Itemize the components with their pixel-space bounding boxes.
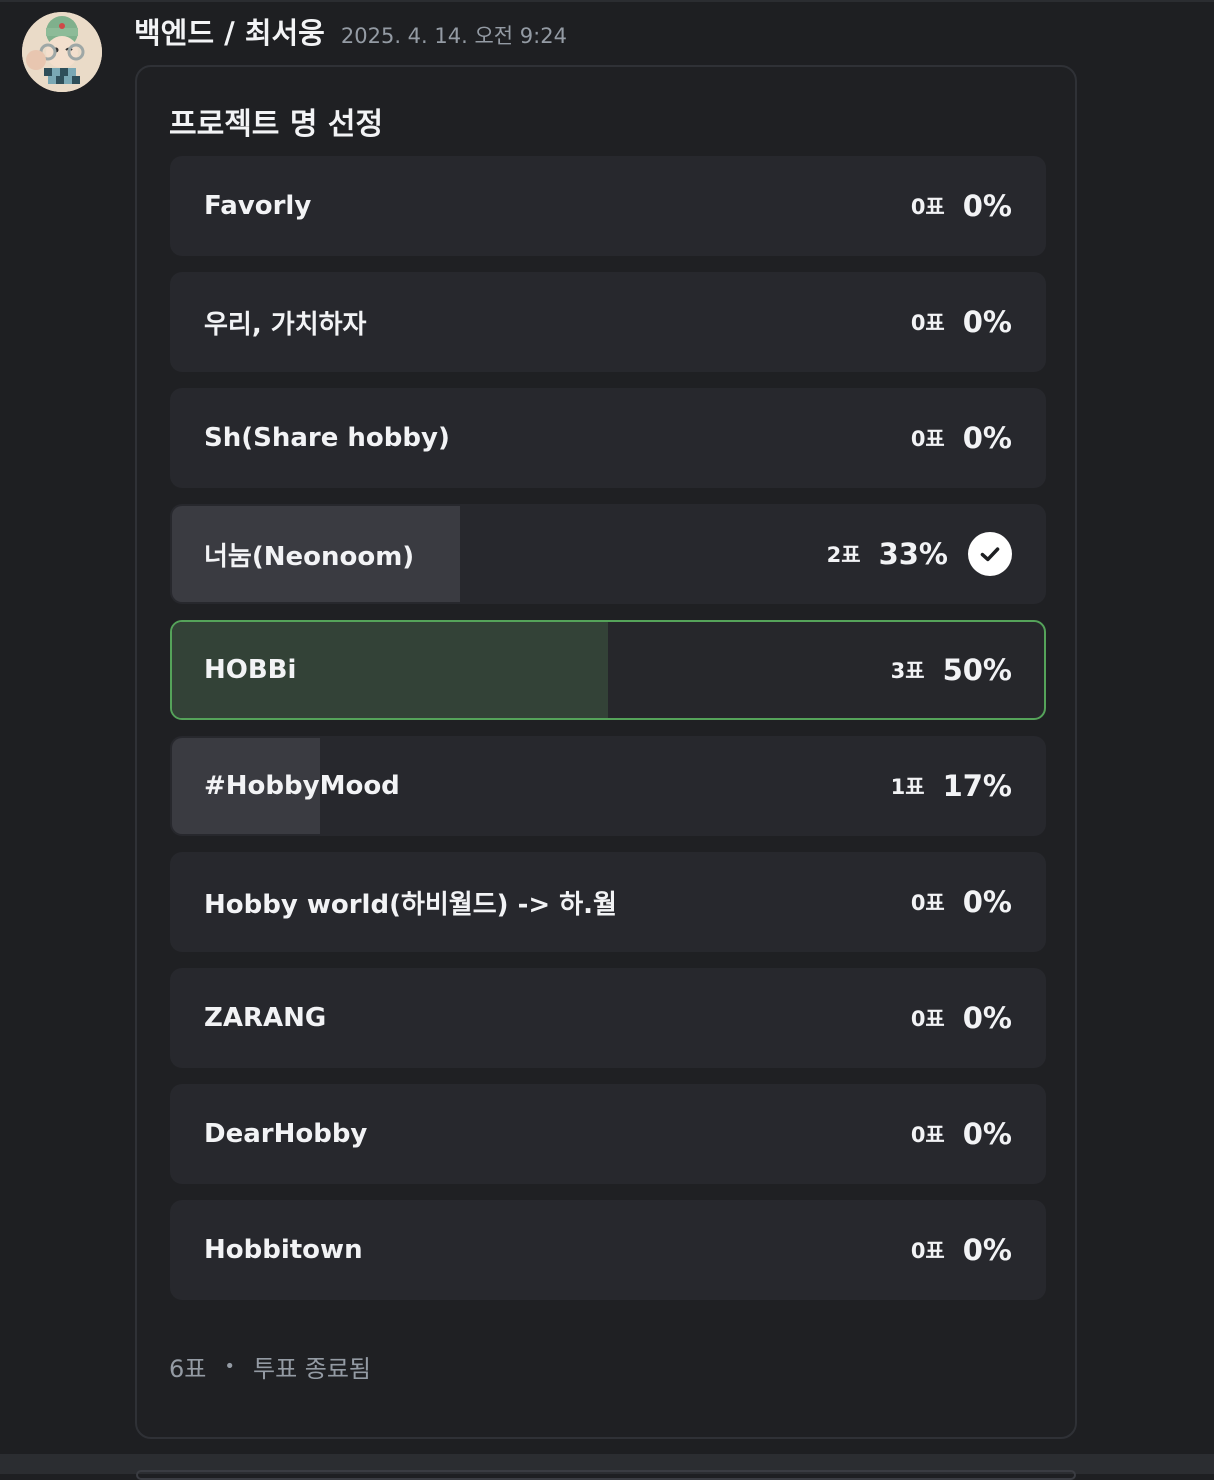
answer-label: DearHobby <box>204 1119 368 1149</box>
answer-percent: 0% <box>962 1233 1012 1267</box>
answer-percent: 33% <box>878 537 948 571</box>
answer-percent: 0% <box>962 885 1012 919</box>
answer-percent: 0% <box>962 189 1012 223</box>
answer-votes: 0표 <box>910 1239 945 1263</box>
poll-answers: Favorly 0표 0% 우리, 가치하자 0표 0% Sh(Share hobby) 0표… <box>170 156 1046 1316</box>
poll-answer[interactable]: ZARANG 0표 0% <box>170 968 1046 1068</box>
message-header: 백엔드 / 최서웅 2025. 4. 14. 오전 9:24 <box>134 10 567 50</box>
answer-votes: 2표 <box>826 543 861 567</box>
total-votes: 6표 <box>169 1355 207 1383</box>
poll-answer[interactable]: Favorly 0표 0% <box>170 156 1046 256</box>
answer-label: Hobby world(하비월드) -> 하.월 <box>204 889 617 920</box>
timestamp: 2025. 4. 14. 오전 9:24 <box>340 24 567 48</box>
poll-question: 프로젝트 명 선정 <box>169 107 384 142</box>
answer-label: Hobbitown <box>204 1235 363 1265</box>
poll-answer[interactable]: Hobby world(하비월드) -> 하.월 0표 0% <box>170 852 1046 952</box>
answer-stats: 0표 0% <box>911 970 1012 1066</box>
answer-votes: 1표 <box>890 775 925 799</box>
checkmark-circle-icon <box>968 532 1012 576</box>
footer-separator: • <box>224 1356 235 1377</box>
answer-votes: 3표 <box>890 659 925 683</box>
answer-label: Favorly <box>204 191 312 221</box>
avatar[interactable] <box>22 12 102 92</box>
avatar-illustration <box>22 12 102 92</box>
answer-stats: 3표 50% <box>891 622 1012 718</box>
answer-label: ZARANG <box>204 1003 327 1033</box>
poll-answer[interactable]: Hobbitown 0표 0% <box>170 1200 1046 1300</box>
answer-percent: 0% <box>962 305 1012 339</box>
answer-label: 너눔(Neonoom) <box>204 541 415 572</box>
answer-percent: 0% <box>962 421 1012 455</box>
poll-footer: 6표 • 투표 종료됨 <box>169 1349 371 1384</box>
answer-votes: 0표 <box>910 195 945 219</box>
poll-answer[interactable]: HOBBi 3표 50% <box>170 620 1046 720</box>
poll-answer[interactable]: 너눔(Neonoom) 2표 33% <box>170 504 1046 604</box>
poll-answer[interactable]: #HobbyMood 1표 17% <box>170 736 1046 836</box>
answer-label: 우리, 가치하자 <box>204 309 367 340</box>
answer-votes: 0표 <box>910 1123 945 1147</box>
answer-percent: 0% <box>962 1001 1012 1035</box>
poll-answer[interactable]: DearHobby 0표 0% <box>170 1084 1046 1184</box>
answer-label: HOBBi <box>204 655 297 685</box>
answer-stats: 0표 0% <box>911 1086 1012 1182</box>
answer-label: Sh(Share hobby) <box>204 423 450 453</box>
answer-stats: 0표 0% <box>911 854 1012 950</box>
poll: 프로젝트 명 선정 Favorly 0표 0% 우리, 가치하자 0표 0% Sh(Shar… <box>135 65 1077 1439</box>
answer-stats: 0표 0% <box>911 158 1012 254</box>
answer-percent: 50% <box>942 653 1012 687</box>
answer-stats: 2표 33% <box>827 506 1012 602</box>
next-message-card <box>136 1470 1076 1480</box>
next-message-peek <box>0 1454 1214 1480</box>
poll-answer[interactable]: Sh(Share hobby) 0표 0% <box>170 388 1046 488</box>
chat-message-area: 백엔드 / 최서웅 2025. 4. 14. 오전 9:24 프로젝트 명 선정… <box>0 0 1214 1454</box>
answer-stats: 0표 0% <box>911 1202 1012 1298</box>
answer-votes: 0표 <box>910 891 945 915</box>
answer-votes: 0표 <box>910 1007 945 1031</box>
answer-stats: 0표 0% <box>911 390 1012 486</box>
answer-percent: 17% <box>942 769 1012 803</box>
poll-answer[interactable]: 우리, 가치하자 0표 0% <box>170 272 1046 372</box>
username[interactable]: 백엔드 / 최서웅 <box>134 10 325 52</box>
answer-percent: 0% <box>962 1117 1012 1151</box>
answer-votes: 0표 <box>910 427 945 451</box>
answer-stats: 1표 17% <box>891 738 1012 834</box>
answer-votes: 0표 <box>910 311 945 335</box>
answer-stats: 0표 0% <box>911 274 1012 370</box>
poll-status: 투표 종료됨 <box>252 1355 372 1383</box>
answer-label: #HobbyMood <box>204 771 400 801</box>
